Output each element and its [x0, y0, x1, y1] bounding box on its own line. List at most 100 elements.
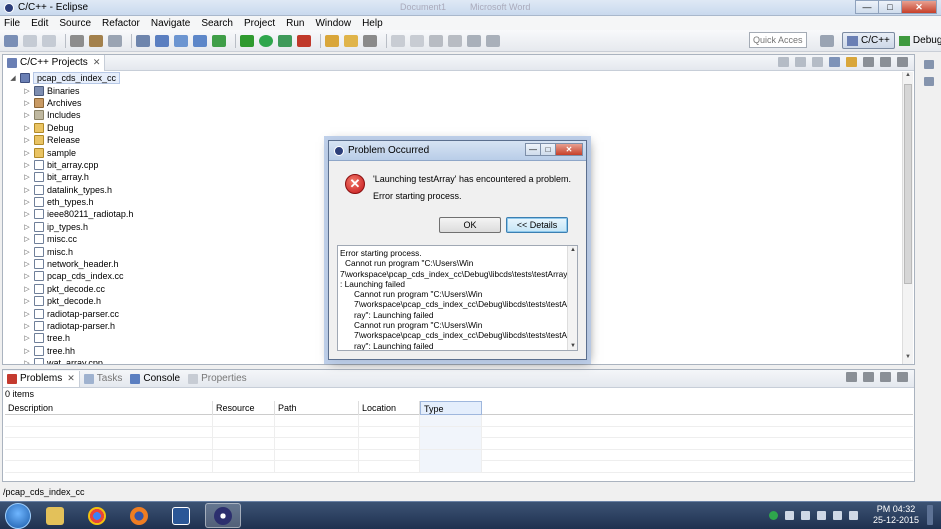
tray-signal-icon[interactable] — [816, 510, 826, 520]
perspective-cpp[interactable]: C/C++ — [842, 32, 895, 49]
menu-run[interactable]: Run — [286, 18, 304, 29]
collapsed-arrow-icon[interactable]: ▷ — [23, 248, 31, 256]
close-tab-icon[interactable]: ✕ — [93, 57, 101, 68]
previous-annotation-icon[interactable] — [448, 34, 462, 47]
maximize-icon[interactable]: □ — [878, 0, 902, 14]
collapsed-arrow-icon[interactable]: ▷ — [23, 347, 31, 355]
ok-button[interactable]: OK — [439, 217, 501, 233]
up-icon[interactable] — [812, 57, 823, 67]
show-desktop-button[interactable] — [927, 505, 933, 525]
scroll-up-icon[interactable]: ▲ — [568, 247, 577, 253]
outline-view-icon[interactable] — [923, 77, 934, 86]
menu-source[interactable]: Source — [59, 18, 91, 29]
taskbar-eclipse[interactable] — [205, 503, 241, 528]
maximize-view-icon[interactable] — [897, 372, 908, 382]
save-all-icon[interactable] — [42, 34, 56, 47]
menu-help[interactable]: Help — [362, 18, 383, 29]
back-icon[interactable] — [778, 57, 789, 67]
search-icon[interactable] — [136, 34, 150, 47]
menu-navigate[interactable]: Navigate — [151, 18, 190, 29]
tray-network-icon[interactable] — [800, 510, 810, 520]
collapsed-arrow-icon[interactable]: ▷ — [23, 99, 31, 107]
column-description[interactable]: Description — [5, 401, 213, 415]
collapsed-arrow-icon[interactable]: ▷ — [23, 149, 31, 157]
minimize-view-icon[interactable] — [880, 57, 891, 67]
view-menu-icon[interactable] — [863, 57, 874, 67]
taskbar-explorer[interactable] — [37, 503, 73, 528]
perspective-debug[interactable]: Debug — [895, 32, 941, 49]
new-class-icon[interactable] — [193, 34, 207, 47]
column-location[interactable]: Location — [359, 401, 420, 415]
view-menu-icon[interactable] — [863, 372, 874, 382]
collapsed-arrow-icon[interactable]: ▷ — [23, 322, 31, 330]
tree-item[interactable]: ▷ Includes — [3, 109, 901, 121]
collapsed-arrow-icon[interactable]: ▷ — [23, 272, 31, 280]
collapsed-arrow-icon[interactable]: ▷ — [23, 161, 31, 169]
collapsed-arrow-icon[interactable]: ▷ — [23, 310, 31, 318]
menu-window[interactable]: Window — [315, 18, 351, 29]
scroll-down-icon[interactable]: ▼ — [903, 354, 913, 364]
minimize-icon[interactable]: — — [525, 143, 541, 156]
forward-arrow-icon[interactable] — [486, 34, 500, 47]
scrollbar-thumb[interactable] — [904, 84, 912, 284]
scroll-down-icon[interactable]: ▼ — [568, 343, 577, 349]
collapsed-arrow-icon[interactable]: ▷ — [23, 297, 31, 305]
menu-refactor[interactable]: Refactor — [102, 18, 140, 29]
filter-icon[interactable] — [846, 372, 857, 382]
tab-console[interactable]: Console — [126, 371, 184, 387]
new-project-icon[interactable] — [155, 34, 169, 47]
collapsed-arrow-icon[interactable]: ▷ — [23, 210, 31, 218]
collapsed-arrow-icon[interactable]: ▷ — [23, 136, 31, 144]
collapsed-arrow-icon[interactable]: ▷ — [23, 124, 31, 132]
taskbar-clock[interactable]: PM 04:32 25-12-2015 — [873, 504, 919, 526]
collapsed-arrow-icon[interactable]: ▷ — [23, 235, 31, 243]
toggle-mark-icon[interactable] — [391, 34, 405, 47]
tree-root[interactable]: ◢ pcap_cds_index_cc — [3, 72, 901, 85]
tab-cpp-projects[interactable]: C/C++ Projects ✕ — [3, 54, 106, 71]
tab-tasks[interactable]: Tasks — [80, 371, 127, 387]
collapsed-arrow-icon[interactable]: ▷ — [23, 198, 31, 206]
column-resource[interactable]: Resource — [213, 401, 275, 415]
quick-access-input[interactable] — [749, 32, 807, 48]
expanded-arrow-icon[interactable]: ◢ — [9, 74, 17, 82]
tree-item[interactable]: ▷ Debug — [3, 122, 901, 134]
collapsed-arrow-icon[interactable]: ▷ — [23, 223, 31, 231]
restore-view-icon[interactable] — [923, 60, 934, 69]
taskbar-word[interactable] — [163, 503, 199, 528]
collapsed-arrow-icon[interactable]: ▷ — [23, 186, 31, 194]
close-icon[interactable]: ✕ — [901, 0, 937, 14]
tab-properties[interactable]: Properties — [184, 371, 251, 387]
next-annotation-icon[interactable] — [429, 34, 443, 47]
minimize-view-icon[interactable] — [880, 372, 891, 382]
back-arrow-icon[interactable] — [467, 34, 481, 47]
collapsed-arrow-icon[interactable]: ▷ — [23, 173, 31, 181]
taskbar-firefox[interactable] — [121, 503, 157, 528]
details-button[interactable]: << Details — [506, 217, 568, 233]
debug-bug-icon[interactable] — [240, 34, 254, 47]
open-perspective-icon[interactable] — [820, 34, 834, 47]
print-icon[interactable] — [108, 34, 122, 47]
new-icon[interactable] — [4, 34, 18, 47]
collapsed-arrow-icon[interactable]: ▷ — [23, 87, 31, 95]
close-tab-icon[interactable]: ✕ — [67, 373, 75, 384]
open-resource-icon[interactable] — [344, 34, 358, 47]
run-icon[interactable] — [259, 34, 273, 47]
save-icon[interactable] — [23, 34, 37, 47]
menu-project[interactable]: Project — [244, 18, 275, 29]
settings-icon[interactable] — [70, 34, 84, 47]
edit-pencil-icon[interactable] — [363, 34, 377, 47]
collapsed-arrow-icon[interactable]: ▷ — [23, 285, 31, 293]
tree-item[interactable]: ▷ Binaries — [3, 84, 901, 96]
column-path[interactable]: Path — [275, 401, 359, 415]
forward-icon[interactable] — [795, 57, 806, 67]
tray-app-icon[interactable] — [768, 510, 778, 520]
tray-flag-icon[interactable] — [784, 510, 794, 520]
taskbar-chrome[interactable] — [79, 503, 115, 528]
menu-file[interactable]: File — [4, 18, 20, 29]
link-with-editor-icon[interactable] — [846, 57, 857, 67]
minimize-icon[interactable]: — — [855, 0, 879, 14]
collapsed-arrow-icon[interactable]: ▷ — [23, 260, 31, 268]
maximize-view-icon[interactable] — [897, 57, 908, 67]
tree-item[interactable]: ▷ Archives — [3, 97, 901, 109]
start-button[interactable] — [5, 502, 31, 529]
